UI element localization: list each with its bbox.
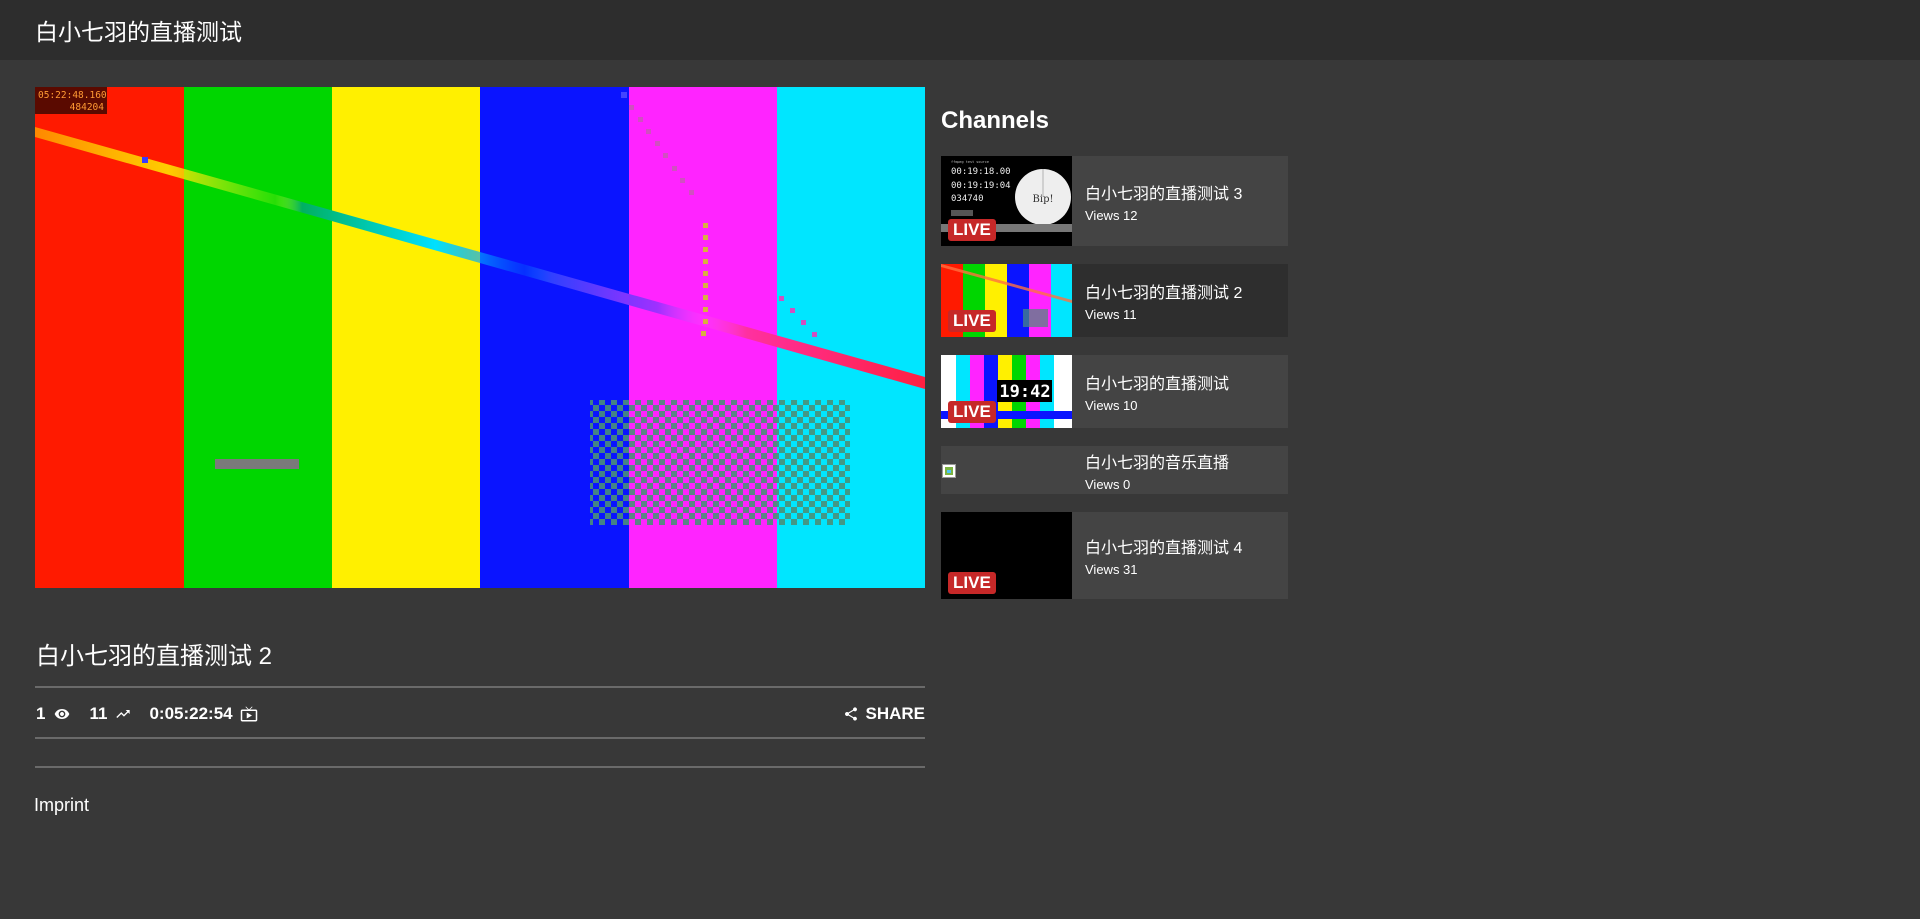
share-icon xyxy=(843,706,859,722)
thumb-frame: 034740 xyxy=(951,194,984,204)
stream-uptime: 0:05:22:54 xyxy=(149,704,258,724)
broken-image-icon xyxy=(942,464,956,478)
channel-thumbnail: LIVE xyxy=(941,512,1072,599)
total-views-value: 11 xyxy=(89,704,108,723)
divider-middle xyxy=(35,737,925,739)
live-badge: LIVE xyxy=(948,310,996,332)
stream-title: 白小七羽的直播测试 2 xyxy=(36,643,273,670)
channel-item-active[interactable]: LIVE 白小七羽的直播测试 2 Views 11 xyxy=(941,264,1288,337)
channel-thumbnail: ffmpeg test source 00:19:18.00 00:19:19:… xyxy=(941,156,1072,246)
viewer-count-value: 1 xyxy=(36,704,46,723)
channel-item[interactable]: LIVE 白小七羽的直播测试 4 Views 31 xyxy=(941,512,1288,599)
channel-item[interactable]: 19:42 LIVE 白小七羽的直播测试 Views 10 xyxy=(941,355,1288,428)
channel-views: Views 0 xyxy=(1085,476,1131,492)
trending-up-icon xyxy=(113,706,133,722)
channel-views: Views 12 xyxy=(1085,207,1138,223)
channel-title: 白小七羽的音乐直播 xyxy=(1085,454,1230,472)
channel-title: 白小七羽的直播测试 4 xyxy=(1085,540,1243,557)
imprint-link[interactable]: Imprint xyxy=(34,795,89,816)
share-label: SHARE xyxy=(865,704,925,723)
channel-item[interactable]: 白小七羽的音乐直播 Views 0 xyxy=(941,446,1288,494)
channel-thumbnail xyxy=(941,446,1072,494)
channel-thumbnail: LIVE xyxy=(941,264,1072,337)
channel-views: Views 31 xyxy=(1085,562,1138,577)
live-badge: LIVE xyxy=(948,401,996,423)
live-badge: LIVE xyxy=(948,219,996,241)
channel-title: 白小七羽的直播测试 3 xyxy=(1085,185,1243,203)
stream-stats-bar: 1 11 0:05:22:54 SHARE xyxy=(36,701,925,727)
live-badge: LIVE xyxy=(948,572,996,594)
eye-icon xyxy=(51,706,73,722)
thumb-timecode-1: 00:19:18.00 xyxy=(951,167,1011,177)
divider-bottom xyxy=(35,766,925,768)
channel-item[interactable]: ffmpeg test source 00:19:18.00 00:19:19:… xyxy=(941,156,1288,246)
total-views: 11 xyxy=(89,704,133,724)
channel-title: 白小七羽的直播测试 xyxy=(1085,376,1230,393)
channel-thumbnail: 19:42 LIVE xyxy=(941,355,1072,428)
test-pattern-frame: 05:22:48.160 484204 xyxy=(35,87,925,588)
frame-counter-overlay: 484204 xyxy=(70,102,105,113)
channel-views: Views 10 xyxy=(1085,398,1138,413)
site-title[interactable]: 白小七羽的直播测试 xyxy=(35,13,242,47)
channel-views: Views 11 xyxy=(1085,307,1137,322)
channels-heading: Channels xyxy=(941,107,1050,134)
live-tv-icon xyxy=(239,705,259,723)
thumb-timecode-2: 00:19:19:04 xyxy=(951,181,1011,191)
video-player[interactable]: 05:22:48.160 484204 xyxy=(35,87,925,588)
viewer-count: 1 xyxy=(36,704,73,724)
thumb-bip: Bip! xyxy=(1033,194,1054,205)
channel-title: 白小七羽的直播测试 2 xyxy=(1085,285,1243,302)
svg-text:ffmpeg test source: ffmpeg test source xyxy=(951,160,989,164)
timecode-overlay: 05:22:48.160 xyxy=(38,90,107,101)
divider-top xyxy=(35,686,925,688)
share-button[interactable]: SHARE xyxy=(843,704,925,724)
stream-uptime-value: 0:05:22:54 xyxy=(149,704,233,723)
app-header: 白小七羽的直播测试 xyxy=(0,0,1920,60)
thumb-clock: 19:42 xyxy=(999,382,1050,402)
